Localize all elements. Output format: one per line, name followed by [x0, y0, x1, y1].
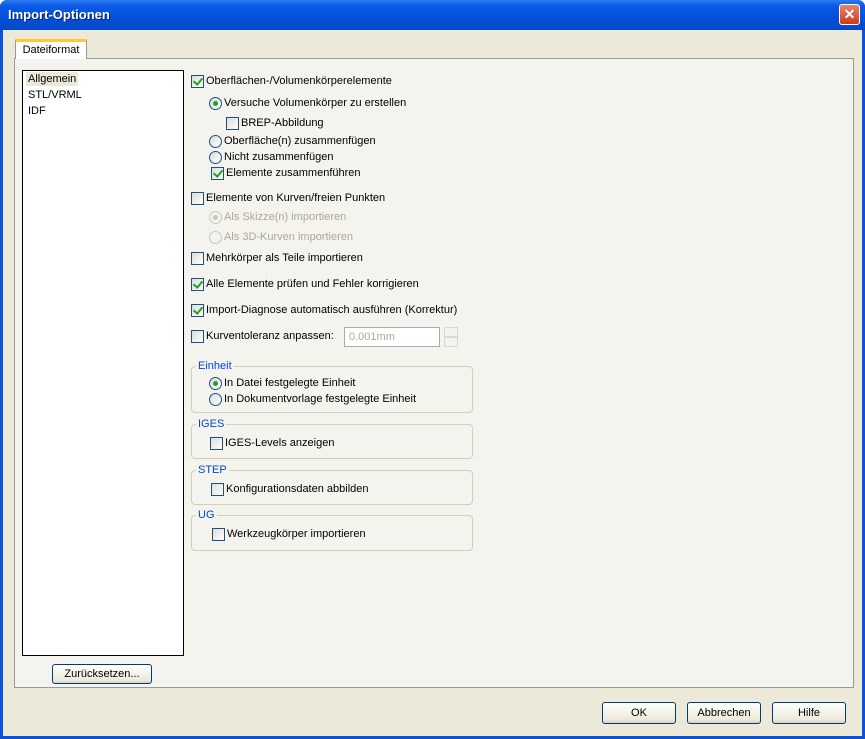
file-unit-label: In Datei festgelegte Einheit	[224, 377, 356, 389]
spin-up-button[interactable]	[444, 327, 458, 337]
iges-group: IGES IGES-Levels anzeigen	[191, 418, 473, 459]
tolerance-checkbox[interactable]	[191, 330, 204, 343]
close-icon: ✕	[843, 6, 856, 22]
as-sketch-label: Als Skizze(n) importieren	[224, 211, 347, 223]
as-sketch-radio[interactable]	[209, 211, 222, 224]
brep-checkbox[interactable]	[226, 117, 239, 130]
tab-panel: Allgemein STL/VRML IDF Zurücksetzen... O…	[14, 58, 854, 688]
unit-group: Einheit In Datei festgelegte Einheit In …	[191, 360, 473, 413]
try-solids-label: Versuche Volumenkörper zu erstellen	[224, 97, 407, 109]
merge-label: Elemente zusammenführen	[226, 167, 361, 179]
brep-label: BREP-Abbildung	[241, 117, 324, 129]
surfaces-checkbox[interactable]	[191, 75, 204, 88]
no-knit-label: Nicht zusammenfügen	[224, 151, 334, 163]
title-bar[interactable]: Import-Optionen ✕	[0, 0, 865, 30]
ok-button[interactable]: OK	[602, 702, 676, 724]
ug-group: UG Werkzeugkörper importieren	[191, 509, 473, 551]
step-group-title: STEP	[196, 464, 229, 477]
as-3d-radio[interactable]	[209, 231, 222, 244]
template-unit-radio[interactable]	[209, 393, 222, 406]
merge-checkbox[interactable]	[211, 167, 224, 180]
file-unit-radio[interactable]	[209, 377, 222, 390]
check-label: Alle Elemente prüfen und Fehler korrigie…	[206, 278, 419, 290]
knit-label: Oberfläche(n) zusammenfügen	[224, 135, 376, 147]
iges-levels-checkbox[interactable]	[210, 437, 223, 450]
category-list[interactable]: Allgemein STL/VRML IDF	[22, 70, 184, 656]
step-config-label: Konfigurationsdaten abbilden	[226, 483, 369, 495]
multibody-label: Mehrkörper als Teile importieren	[206, 252, 363, 264]
unit-group-title: Einheit	[196, 360, 234, 373]
dialog-body: Dateiformat Allgemein STL/VRML IDF Zurüc…	[3, 30, 862, 736]
try-solids-radio[interactable]	[209, 97, 222, 110]
help-button[interactable]: Hilfe	[772, 702, 846, 724]
reset-button[interactable]: Zurücksetzen...	[52, 664, 152, 684]
list-item-idf[interactable]: IDF	[26, 104, 48, 118]
iges-group-title: IGES	[196, 418, 227, 431]
list-item-stl-vrml[interactable]: STL/VRML	[26, 88, 84, 102]
ug-tool-checkbox[interactable]	[212, 528, 225, 541]
check-checkbox[interactable]	[191, 278, 204, 291]
step-group: STEP Konfigurationsdaten abbilden	[191, 464, 473, 505]
step-config-checkbox[interactable]	[211, 483, 224, 496]
template-unit-label: In Dokumentvorlage festgelegte Einheit	[224, 393, 417, 405]
dialog-window: Import-Optionen ✕ Dateiformat Allgemein …	[0, 0, 865, 739]
tab-dateiformat[interactable]: Dateiformat	[15, 39, 87, 59]
cancel-button[interactable]: Abbrechen	[687, 702, 761, 724]
knit-radio[interactable]	[209, 135, 222, 148]
curves-label: Elemente von Kurven/freien Punkten	[206, 192, 386, 204]
curves-checkbox[interactable]	[191, 192, 204, 205]
window-title: Import-Optionen	[8, 7, 110, 22]
multibody-checkbox[interactable]	[191, 252, 204, 265]
tolerance-input[interactable]: 0.001mm	[344, 327, 440, 347]
iges-levels-label: IGES-Levels anzeigen	[225, 437, 335, 449]
surfaces-label: Oberflächen-/Volumenkörperelemente	[206, 75, 392, 87]
ug-tool-label: Werkzeugkörper importieren	[227, 528, 366, 540]
as-3d-label: Als 3D-Kurven importieren	[224, 231, 353, 243]
diagnose-checkbox[interactable]	[191, 304, 204, 317]
close-button[interactable]: ✕	[839, 4, 860, 25]
list-item-allgemein[interactable]: Allgemein	[26, 72, 79, 86]
ug-group-title: UG	[196, 509, 217, 522]
no-knit-radio[interactable]	[209, 151, 222, 164]
diagnose-label: Import-Diagnose automatisch ausführen (K…	[206, 304, 458, 316]
spin-down-button[interactable]	[444, 337, 458, 347]
tolerance-label: Kurventoleranz anpassen:	[206, 330, 334, 342]
